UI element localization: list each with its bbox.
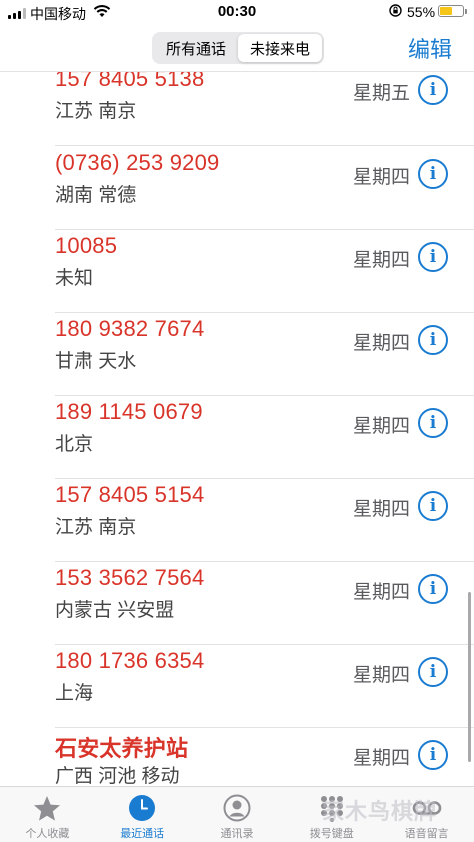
tab-label: 最近通话 [120, 828, 165, 840]
caller-name: 180 1736 6354 [55, 648, 205, 673]
caller-name: 153 3562 7564 [55, 565, 205, 590]
caller-name: 石安太养护站 [55, 736, 189, 761]
caller-location: 北京 [55, 434, 94, 455]
segment-all-calls[interactable]: 所有通话 [154, 34, 238, 62]
caller-name: 189 1145 0679 [55, 399, 203, 424]
tab-label: 个人收藏 [25, 828, 70, 840]
call-day: 星期四 [352, 582, 410, 603]
call-row[interactable]: 180 1736 6354 上海 星期四 i [0, 644, 474, 728]
star-icon [31, 793, 63, 823]
call-day: 星期四 [352, 167, 410, 188]
info-icon[interactable]: i [418, 325, 448, 355]
caller-location: 内蒙古 兴安盟 [55, 600, 175, 621]
info-icon[interactable]: i [418, 657, 448, 687]
call-row[interactable]: 180 9382 7674 甘肃 天水 星期四 i [0, 312, 474, 396]
edit-button[interactable]: 编辑 [408, 32, 452, 64]
call-row[interactable]: 157 8405 5138 江苏 南京 星期五 i [0, 72, 474, 146]
recent-calls-list[interactable]: 157 8405 5138 江苏 南京 星期五 i (0736) 253 920… [0, 72, 474, 786]
info-icon[interactable]: i [418, 408, 448, 438]
caller-location: 甘肃 天水 [55, 351, 137, 372]
tab-label: 通讯录 [220, 828, 254, 840]
caller-name: 180 9382 7674 [55, 316, 205, 341]
call-day: 星期四 [352, 499, 410, 520]
battery-percent: 55% [407, 4, 436, 20]
nav-bar: 所有通话 未接来电 编辑 [0, 26, 474, 72]
battery-icon [438, 5, 467, 17]
caller-location: 湖南 常德 [55, 185, 137, 206]
scroll-indicator[interactable] [468, 592, 471, 762]
caller-name: 157 8405 5154 [55, 482, 205, 507]
call-row[interactable]: 石安太养护站 广西 河池 移动 星期四 i [0, 727, 474, 786]
caller-location: 江苏 南京 [55, 101, 137, 122]
info-icon[interactable]: i [418, 574, 448, 604]
call-day: 星期四 [352, 250, 410, 271]
watermark-text: 家木鸟棋牌 [322, 799, 438, 824]
segment-missed-calls[interactable]: 未接来电 [238, 34, 322, 62]
info-icon[interactable]: i [418, 740, 448, 770]
call-row[interactable]: 10085 未知 星期四 i [0, 229, 474, 313]
call-row[interactable]: 189 1145 0679 北京 星期四 i [0, 395, 474, 479]
tab-label: 拨号键盘 [309, 828, 354, 840]
caller-name: (0736) 253 9209 [55, 150, 220, 175]
call-filter-segmented-control[interactable]: 所有通话 未接来电 [152, 32, 324, 64]
contacts-icon [221, 793, 253, 823]
caller-location: 广西 河池 移动 [55, 766, 180, 786]
call-day: 星期四 [352, 665, 410, 686]
call-row[interactable]: 153 3562 7564 内蒙古 兴安盟 星期四 i [0, 561, 474, 645]
info-icon[interactable]: i [418, 159, 448, 189]
tab-contacts[interactable]: 通讯录 [190, 787, 285, 842]
tab-label: 语音留言 [404, 828, 449, 840]
call-row[interactable]: (0736) 253 9209 湖南 常德 星期四 i [0, 146, 474, 230]
clock-time: 00:30 [217, 3, 257, 20]
tab-favorites[interactable]: 个人收藏 [0, 787, 95, 842]
status-bar: 中国移动 00:30 55% [0, 0, 474, 26]
tab-recents[interactable]: 最近通话 [95, 787, 190, 842]
rotation-lock-icon [389, 4, 402, 17]
caller-location: 未知 [55, 268, 94, 289]
info-icon[interactable]: i [418, 242, 448, 272]
call-day: 星期四 [352, 333, 410, 354]
info-icon[interactable]: i [418, 491, 448, 521]
call-day: 星期五 [352, 83, 410, 104]
caller-location: 上海 [55, 683, 94, 704]
caller-location: 江苏 南京 [55, 517, 137, 538]
info-icon[interactable]: i [418, 75, 448, 105]
call-day: 星期四 [352, 748, 410, 769]
call-row[interactable]: 157 8405 5154 江苏 南京 星期四 i [0, 478, 474, 562]
clock-icon [126, 793, 158, 823]
call-day: 星期四 [352, 416, 410, 437]
caller-name: 157 8405 5138 [55, 72, 205, 91]
caller-name: 10085 [55, 233, 118, 258]
